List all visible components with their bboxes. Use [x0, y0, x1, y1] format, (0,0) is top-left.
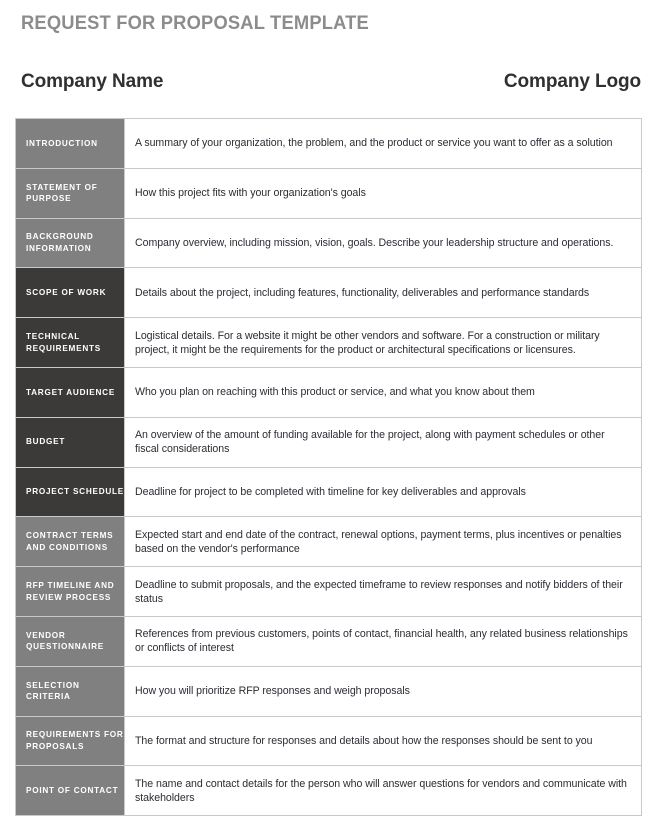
section-description-text: Deadline for project to be completed wit…: [135, 485, 526, 498]
table-row: BUDGET An overview of the amount of fundi…: [15, 416, 642, 468]
section-description-cell[interactable]: The name and contact details for the per…: [124, 765, 642, 817]
section-description-cell[interactable]: Logistical details. For a website it mig…: [124, 317, 642, 368]
section-description-cell[interactable]: How this project fits with your organiza…: [124, 167, 642, 219]
table-row: STATEMENT OF PURPOSE How this project fit…: [15, 167, 642, 219]
section-label-text: SCOPE OF WORK: [26, 288, 107, 298]
section-description-cell[interactable]: A summary of your organization, the prob…: [124, 118, 642, 169]
section-description-cell[interactable]: An overview of the amount of funding ava…: [124, 416, 642, 468]
section-label-cell: INTRODUCTION: [15, 118, 125, 169]
section-label-text: RFP TIMELINE AND REVIEW PROCESS: [26, 581, 115, 602]
company-name-heading: Company Name: [21, 71, 164, 92]
section-label-cell: CONTRACT TERMS AND CONDITIONS: [15, 516, 125, 568]
company-logo-heading: Company Logo: [503, 71, 641, 92]
section-label-text: POINT OF CONTACT: [26, 786, 119, 795]
table-row: TARGET AUDIENCE Who you plan on reaching …: [15, 366, 642, 418]
section-label-cell: VENDOR QUESTIONNAIRE: [15, 615, 125, 667]
rfp-sections-body: INTRODUCTION A summary of your organizati…: [15, 118, 642, 817]
table-row: POINT OF CONTACT The name and contact det…: [15, 765, 642, 817]
section-description-cell[interactable]: Who you plan on reaching with this produ…: [124, 366, 642, 418]
section-label-text: PROJECT SCHEDULE: [26, 487, 124, 497]
section-description-cell[interactable]: Deadline for project to be completed wit…: [124, 466, 642, 518]
section-label-cell: TECHNICAL REQUIREMENTS: [15, 317, 125, 368]
section-description-text: Expected start and end date of the contr…: [135, 528, 622, 555]
section-description-text: The format and structure for responses a…: [135, 734, 593, 747]
page-title: REQUEST FOR PROPOSAL TEMPLATE: [21, 12, 369, 34]
section-label-text: VENDOR QUESTIONNAIRE: [26, 630, 104, 652]
table-row: SCOPE OF WORK Details about the project, …: [15, 267, 642, 319]
section-description-text: Company overview, including mission, vis…: [135, 236, 614, 249]
section-description-cell[interactable]: Company overview, including mission, vis…: [124, 217, 642, 269]
section-label-text: INTRODUCTION: [26, 138, 98, 148]
section-description-cell[interactable]: Deadline to submit proposals, and the ex…: [124, 566, 642, 617]
section-description-text: The name and contact details for the per…: [135, 777, 627, 804]
section-label-cell: SCOPE OF WORK: [15, 267, 125, 319]
section-label-cell: RFP TIMELINE AND REVIEW PROCESS: [15, 566, 125, 617]
section-label-text: REQUIREMENTS FOR PROPOSALS: [26, 730, 124, 751]
table-row: RFP TIMELINE AND REVIEW PROCESS Deadline …: [15, 566, 642, 617]
section-description-text: References from previous customers, poin…: [135, 628, 628, 655]
section-label-cell: SELECTION CRITERIA: [15, 665, 125, 717]
section-label-text: STATEMENT OF PURPOSE: [26, 182, 98, 204]
section-description-text: How this project fits with your organiza…: [135, 187, 366, 200]
rfp-template-page: REQUEST FOR PROPOSAL TEMPLATE Company Na…: [0, 0, 662, 837]
section-label-text: BUDGET: [26, 437, 66, 447]
section-label-cell: PROJECT SCHEDULE: [15, 466, 125, 518]
table-row: REQUIREMENTS FOR PROPOSALS The format and…: [15, 715, 642, 767]
section-description-text: How you will prioritize RFP responses an…: [135, 685, 410, 698]
table-row: SELECTION CRITERIA How you will prioritiz…: [15, 665, 642, 717]
section-label-text: SELECTION CRITERIA: [26, 680, 80, 702]
company-header: Company Name Company Logo: [21, 71, 641, 93]
section-description-text: A summary of your organization, the prob…: [135, 137, 613, 150]
table-row: PROJECT SCHEDULE Deadline for project to …: [15, 466, 642, 518]
section-description-cell[interactable]: Details about the project, including fea…: [124, 267, 642, 319]
section-label-cell: BACKGROUND INFORMATION: [15, 217, 125, 269]
section-description-text: Details about the project, including fea…: [135, 286, 590, 299]
section-description-text: An overview of the amount of funding ava…: [135, 429, 605, 456]
section-label-text: TARGET AUDIENCE: [26, 387, 116, 397]
section-label-cell: POINT OF CONTACT: [15, 765, 125, 817]
section-label-text: TECHNICAL REQUIREMENTS: [26, 332, 101, 353]
table-row: BACKGROUND INFORMATION Company overview, …: [15, 217, 642, 269]
section-label-text: CONTRACT TERMS AND CONDITIONS: [26, 531, 114, 552]
section-label-cell: REQUIREMENTS FOR PROPOSALS: [15, 715, 125, 767]
table-row: VENDOR QUESTIONNAIRE References from prev…: [15, 615, 642, 667]
table-row: CONTRACT TERMS AND CONDITIONS Expected st…: [15, 516, 642, 568]
rfp-sections-table: INTRODUCTION A summary of your organizati…: [15, 118, 642, 817]
table-row: TECHNICAL REQUIREMENTS Logistical details…: [15, 317, 642, 368]
section-label-cell: BUDGET: [15, 416, 125, 468]
section-description-text: Deadline to submit proposals, and the ex…: [135, 578, 623, 605]
section-description-text: Who you plan on reaching with this produ…: [135, 386, 535, 399]
section-label-cell: TARGET AUDIENCE: [15, 366, 125, 418]
table-row: INTRODUCTION A summary of your organizati…: [15, 118, 642, 169]
section-description-text: Logistical details. For a website it mig…: [135, 329, 600, 356]
section-label-text: BACKGROUND INFORMATION: [26, 232, 94, 253]
section-description-cell[interactable]: Expected start and end date of the contr…: [124, 516, 642, 568]
section-description-cell[interactable]: References from previous customers, poin…: [124, 615, 642, 667]
section-description-cell[interactable]: How you will prioritize RFP responses an…: [124, 665, 642, 717]
section-label-cell: STATEMENT OF PURPOSE: [15, 167, 125, 219]
section-description-cell[interactable]: The format and structure for responses a…: [124, 715, 642, 767]
